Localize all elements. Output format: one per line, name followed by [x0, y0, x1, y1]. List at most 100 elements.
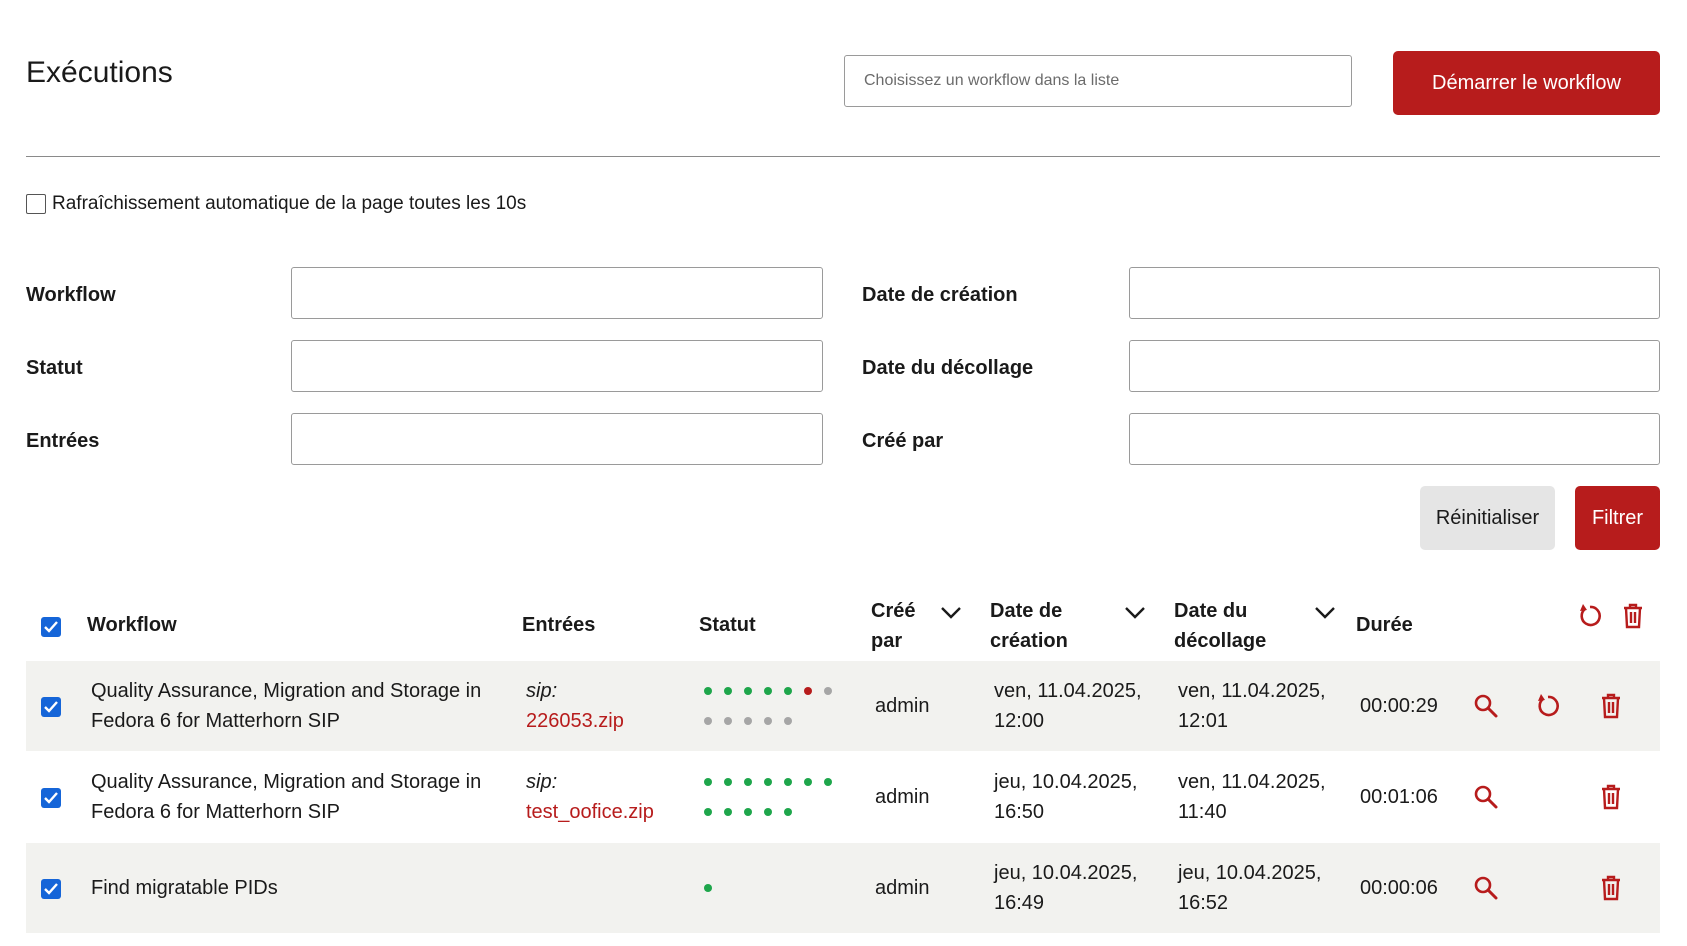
restart-selected-button[interactable]: [1575, 601, 1605, 631]
status-dot-green: [724, 778, 732, 786]
col-workflow[interactable]: Workflow: [87, 610, 177, 640]
row-takeoff-date-line1: ven, 11.04.2025,: [1178, 680, 1326, 702]
status-dot-gray: [704, 717, 712, 725]
restart-icon: [1538, 694, 1559, 717]
row-created-date-line1: jeu, 10.04.2025,: [994, 771, 1138, 793]
workflow-select[interactable]: Choisissez un workflow dans la liste: [844, 55, 1352, 107]
view-details-button[interactable]: [1471, 782, 1501, 812]
chevron-down-icon[interactable]: [940, 606, 962, 620]
row-takeoff-date: jeu, 10.04.2025, 16:52: [1178, 858, 1321, 918]
table-row[interactable]: Quality Assurance, Migration and Storage…: [26, 661, 1660, 751]
col-duration: Durée: [1356, 614, 1413, 636]
check-icon: [44, 701, 58, 713]
row-workflow-line1: Quality Assurance, Migration and Storage…: [91, 680, 482, 702]
row-takeoff-date-line1: jeu, 10.04.2025,: [1178, 862, 1322, 884]
filter-inputs-input[interactable]: [291, 413, 823, 465]
row-workflow-line1: Quality Assurance, Migration and Storage…: [91, 771, 482, 793]
status-dot-green: [764, 808, 772, 816]
status-dot-green: [744, 687, 752, 695]
delete-button[interactable]: [1596, 782, 1626, 812]
status-dot-red: [804, 687, 812, 695]
row-takeoff-date-line1: ven, 11.04.2025,: [1178, 771, 1326, 793]
select-all-checkbox[interactable]: [41, 617, 61, 637]
row-created-date-line1: ven, 11.04.2025,: [994, 680, 1142, 702]
table-row[interactable]: Quality Assurance, Migration and Storage…: [26, 752, 1660, 842]
filter-created-date-input[interactable]: [1129, 267, 1660, 319]
status-dot-green: [744, 808, 752, 816]
filter-inputs-label: Entrées: [26, 430, 100, 452]
view-details-button[interactable]: [1471, 691, 1501, 721]
trash-icon: [1602, 875, 1620, 901]
row-checkbox[interactable]: [41, 697, 61, 717]
filter-created-by-input[interactable]: [1129, 413, 1660, 465]
col-inputs[interactable]: Entrées: [522, 610, 595, 640]
row-created-by: admin: [875, 877, 930, 899]
delete-selected-button[interactable]: [1618, 601, 1648, 631]
filter-workflow-input[interactable]: [291, 267, 823, 319]
row-created-date: ven, 11.04.2025, 12:00: [994, 676, 1142, 736]
trash-icon: [1602, 784, 1620, 810]
status-dot-green: [764, 778, 772, 786]
table-row[interactable]: Find migratable PIDs admin jeu, 10.04.2025…: [26, 843, 1660, 933]
filter-status-input[interactable]: [291, 340, 823, 392]
row-created-date-line2: 16:50: [994, 801, 1045, 823]
filter-status-label: Statut: [26, 357, 83, 379]
delete-button[interactable]: [1596, 873, 1626, 903]
header-divider: [26, 156, 1660, 157]
filter-takeoff-date-input[interactable]: [1129, 340, 1660, 392]
row-created-date: jeu, 10.04.2025, 16:49: [994, 858, 1137, 918]
row-takeoff-date: ven, 11.04.2025, 11:40: [1178, 767, 1326, 827]
delete-button[interactable]: [1596, 691, 1626, 721]
status-dot-green: [704, 884, 712, 892]
col-created-date[interactable]: Date de création: [990, 596, 1068, 656]
row-inputs: sip: test_oofice.zip: [526, 767, 654, 827]
filter-created-by-label: Créé par: [862, 430, 944, 452]
search-icon: [1474, 876, 1498, 900]
row-input-label: sip:: [526, 680, 558, 702]
check-icon: [44, 792, 58, 804]
row-created-date-line2: 12:00: [994, 710, 1045, 732]
row-workflow-line1: Find migratable PIDs: [91, 877, 278, 899]
status-dot-green: [704, 808, 712, 816]
status-dot-green: [784, 808, 792, 816]
trash-icon: [1624, 603, 1642, 629]
filter-button[interactable]: Filtrer: [1575, 486, 1660, 550]
col-created-by[interactable]: Créé par: [871, 596, 915, 656]
status-dot-green: [824, 778, 832, 786]
status-dot-green: [704, 687, 712, 695]
status-dot-gray: [744, 717, 752, 725]
auto-refresh-label: Rafraîchissement automatique de la page …: [52, 193, 527, 214]
start-workflow-button[interactable]: Démarrer le workflow: [1393, 51, 1660, 115]
col-created-date-line2: création: [990, 630, 1068, 652]
row-input-file-link[interactable]: test_oofice.zip: [526, 797, 654, 827]
chevron-down-icon[interactable]: [1314, 606, 1336, 620]
row-checkbox[interactable]: [41, 788, 61, 808]
row-status-dots: [704, 767, 844, 827]
search-icon: [1474, 694, 1498, 718]
chevron-down-icon[interactable]: [1124, 606, 1146, 620]
col-created-date-line1: Date de: [990, 600, 1063, 622]
search-icon: [1474, 785, 1498, 809]
row-checkbox[interactable]: [41, 879, 61, 899]
row-takeoff-date: ven, 11.04.2025, 12:01: [1178, 676, 1326, 736]
status-dot-gray: [764, 717, 772, 725]
reset-button[interactable]: Réinitialiser: [1420, 486, 1555, 550]
row-inputs: sip: 226053.zip: [526, 676, 624, 736]
row-created-by: admin: [875, 695, 930, 717]
page-title: Exécutions: [26, 56, 173, 89]
row-input-file-link[interactable]: 226053.zip: [526, 706, 624, 736]
auto-refresh-row: Rafraîchissement automatique de la page …: [26, 193, 526, 215]
status-dot-gray: [784, 717, 792, 725]
row-takeoff-date-line2: 11:40: [1178, 801, 1227, 823]
col-status[interactable]: Statut: [699, 610, 756, 640]
auto-refresh-checkbox[interactable]: [26, 194, 46, 214]
view-details-button[interactable]: [1471, 873, 1501, 903]
row-workflow: Quality Assurance, Migration and Storage…: [91, 767, 481, 827]
restart-button[interactable]: [1533, 691, 1563, 721]
row-duration: 00:00:29: [1360, 695, 1438, 717]
row-created-date-line2: 16:49: [994, 892, 1045, 914]
col-takeoff-date-line2: décollage: [1174, 630, 1267, 652]
row-created-date-line1: jeu, 10.04.2025,: [994, 862, 1138, 884]
col-takeoff-date[interactable]: Date du décollage: [1174, 596, 1266, 656]
row-status-dots: [704, 873, 724, 903]
